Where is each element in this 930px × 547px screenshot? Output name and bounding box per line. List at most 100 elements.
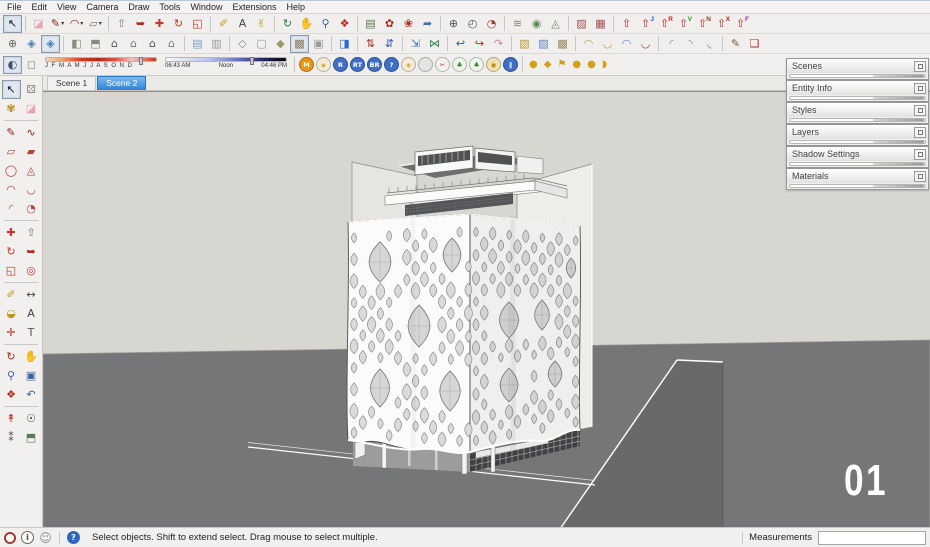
gold-flag-icon[interactable]: ⚑ xyxy=(557,59,566,70)
export-image-icon[interactable]: ▤ xyxy=(361,15,380,33)
tape-measure-tool[interactable]: ✐ xyxy=(2,285,21,304)
walk-tool[interactable]: ⁑ xyxy=(2,428,21,447)
jpp-extrude-icon[interactable]: ⇧ X xyxy=(712,15,731,33)
scene-tab-1[interactable]: Scene 1 xyxy=(47,76,97,90)
push-pull-tool[interactable]: ⇧ xyxy=(22,223,41,242)
follow-me-tool[interactable]: ➥ xyxy=(22,242,41,261)
help-status-icon[interactable]: ? xyxy=(67,531,80,544)
shaded-icon[interactable]: ◆ xyxy=(271,35,290,53)
share-model-icon[interactable]: ➦ xyxy=(418,15,437,33)
panel-entity-info-titlebar[interactable]: Entity Info xyxy=(787,81,928,95)
wireframe-icon[interactable]: ◇ xyxy=(233,35,252,53)
rotate-tool[interactable]: ↻ xyxy=(2,242,21,261)
measurements-input[interactable] xyxy=(818,530,926,545)
shadows-dialog-icon[interactable]: ◻ xyxy=(22,56,41,74)
gold-wedge-icon[interactable]: ◗ xyxy=(602,59,607,70)
view-iso-icon[interactable]: ◧ xyxy=(67,35,86,53)
3d-text-tool[interactable]: T xyxy=(22,323,41,342)
panel-styles-titlebar[interactable]: Styles xyxy=(787,103,928,117)
panel-styles-collapse-button[interactable] xyxy=(914,104,926,116)
section-display-toggle[interactable]: ◈ xyxy=(22,35,41,53)
axes-tool[interactable]: ✛ xyxy=(2,323,21,342)
weld-icon[interactable]: ✿ xyxy=(380,15,399,33)
gold-sphere-icon[interactable]: ● xyxy=(529,59,538,70)
zoom-window-tool[interactable]: ▣ xyxy=(22,366,41,385)
shadows-toggle[interactable]: ◐ xyxy=(3,55,22,74)
arc-tool[interactable]: ◠ ▾ xyxy=(67,15,86,33)
menu-help[interactable]: Help xyxy=(281,2,310,12)
orbit-tool[interactable]: ↻ xyxy=(278,15,297,33)
paint-bucket-tool[interactable]: ✾ xyxy=(2,99,21,118)
line-tool[interactable]: ✎ ▾ xyxy=(48,15,67,33)
view-front-icon[interactable]: ⌂ xyxy=(105,35,124,53)
zoom-extents-tool[interactable]: ❖ xyxy=(335,15,354,33)
panel-materials-titlebar[interactable]: Materials xyxy=(787,169,928,183)
menu-file[interactable]: File xyxy=(2,2,27,12)
hidden-line-icon[interactable]: ▢ xyxy=(252,35,271,53)
section-plane-tool[interactable]: ⬒ xyxy=(22,428,41,447)
gold-pin-icon[interactable]: ◆ xyxy=(544,59,552,70)
view-left-icon[interactable]: ⌂ xyxy=(143,35,162,53)
sandbox-from-contours-icon[interactable]: ≋ xyxy=(508,15,527,33)
rectangle-tool[interactable]: ▱ ▾ xyxy=(86,15,105,33)
shadow-time-slider[interactable]: 06:43 AM Noon 04:46 PM xyxy=(165,56,287,73)
arc-tool[interactable]: ◠ xyxy=(2,180,21,199)
pan-tool[interactable]: ✋ xyxy=(22,347,41,366)
unweld-icon[interactable]: ❀ xyxy=(399,15,418,33)
panel-shadow-settings-collapse-button[interactable] xyxy=(914,148,926,160)
back-edges-icon[interactable]: ▥ xyxy=(207,35,226,53)
mesh-grid-icon[interactable]: ▦ xyxy=(591,15,610,33)
select-tool[interactable]: ↖ xyxy=(3,14,22,33)
material-tag-button[interactable]: ◈ xyxy=(316,57,331,72)
gold-coin-icon-1[interactable]: ● xyxy=(572,59,581,70)
stretch-icon[interactable]: ⇲ xyxy=(406,35,425,53)
jpp-vector-icon[interactable]: ⇧ V xyxy=(674,15,693,33)
two-point-arc-tool[interactable]: ◡ xyxy=(22,180,41,199)
menu-camera[interactable]: Camera xyxy=(81,2,123,12)
panel-entity-info-collapse-button[interactable] xyxy=(914,82,926,94)
scissors-button[interactable]: ✂ xyxy=(435,57,450,72)
shadow-date-slider[interactable]: J F M A M J J A S O N D xyxy=(45,56,157,73)
geolocation-status-icon[interactable] xyxy=(4,531,16,544)
xray-mode-icon[interactable]: ▤ xyxy=(188,35,207,53)
follow-me-tool[interactable]: ➥ xyxy=(131,15,150,33)
panel-materials-collapse-button[interactable] xyxy=(914,170,926,182)
move-tool[interactable]: ✚ xyxy=(2,223,21,242)
scale-tool[interactable]: ◱ xyxy=(188,15,207,33)
tools-on-surface-icon[interactable]: ✎ xyxy=(726,35,745,53)
make-component-tool[interactable]: ⚄ xyxy=(22,80,41,99)
drape-icon[interactable]: ▨ xyxy=(572,15,591,33)
offset-tool[interactable]: ◎ xyxy=(22,261,41,280)
protractor-tool[interactable]: ◒ xyxy=(2,304,21,323)
loft-along-path-icon[interactable]: ◡ xyxy=(598,35,617,53)
freehand-tool[interactable]: ∿ xyxy=(22,123,41,142)
bend-right-icon[interactable]: ↪ xyxy=(470,35,489,53)
previous-view-tool[interactable]: ↶ xyxy=(22,385,41,404)
monochrome-icon[interactable]: ▣ xyxy=(309,35,328,53)
bend-shape-icon[interactable]: ↷ xyxy=(489,35,508,53)
swap-up-icon[interactable]: ⇅ xyxy=(361,35,380,53)
dimension-tool[interactable]: ↔ xyxy=(22,285,41,304)
shadow-time-slider-thumb[interactable] xyxy=(250,56,255,65)
solar-north-icon[interactable]: ⊕ xyxy=(444,15,463,33)
bevel-icon[interactable]: ◟ xyxy=(700,35,719,53)
scale-tool[interactable]: ◱ xyxy=(2,261,21,280)
shadow-time-icon[interactable]: ◴ xyxy=(463,15,482,33)
three-point-arc-tool[interactable]: ◜ xyxy=(2,199,21,218)
pie-tool[interactable]: ◔ xyxy=(22,199,41,218)
look-around-tool[interactable]: ☉ xyxy=(22,409,41,428)
gold-coin-icon-2[interactable]: ● xyxy=(587,59,596,70)
swap-down-icon[interactable]: ⇵ xyxy=(380,35,399,53)
pan-tool[interactable]: ✋ xyxy=(297,15,316,33)
orbit-tool[interactable]: ↻ xyxy=(2,347,21,366)
sandbox-stamp-icon[interactable]: ◬ xyxy=(546,15,565,33)
jpp-joint-icon[interactable]: ⇧ J xyxy=(636,15,655,33)
sphere-button[interactable] xyxy=(418,57,433,72)
sandbox-smoove-icon[interactable]: ◉ xyxy=(527,15,546,33)
user-status-icon[interactable]: ☺ xyxy=(39,531,52,545)
round-corner-icon[interactable]: ◜ xyxy=(662,35,681,53)
panel-layers-collapse-button[interactable] xyxy=(914,126,926,138)
pause-button[interactable]: ‖ xyxy=(503,57,518,72)
render-tray-button[interactable]: RT xyxy=(350,57,365,72)
text-tool[interactable]: A xyxy=(22,304,41,323)
